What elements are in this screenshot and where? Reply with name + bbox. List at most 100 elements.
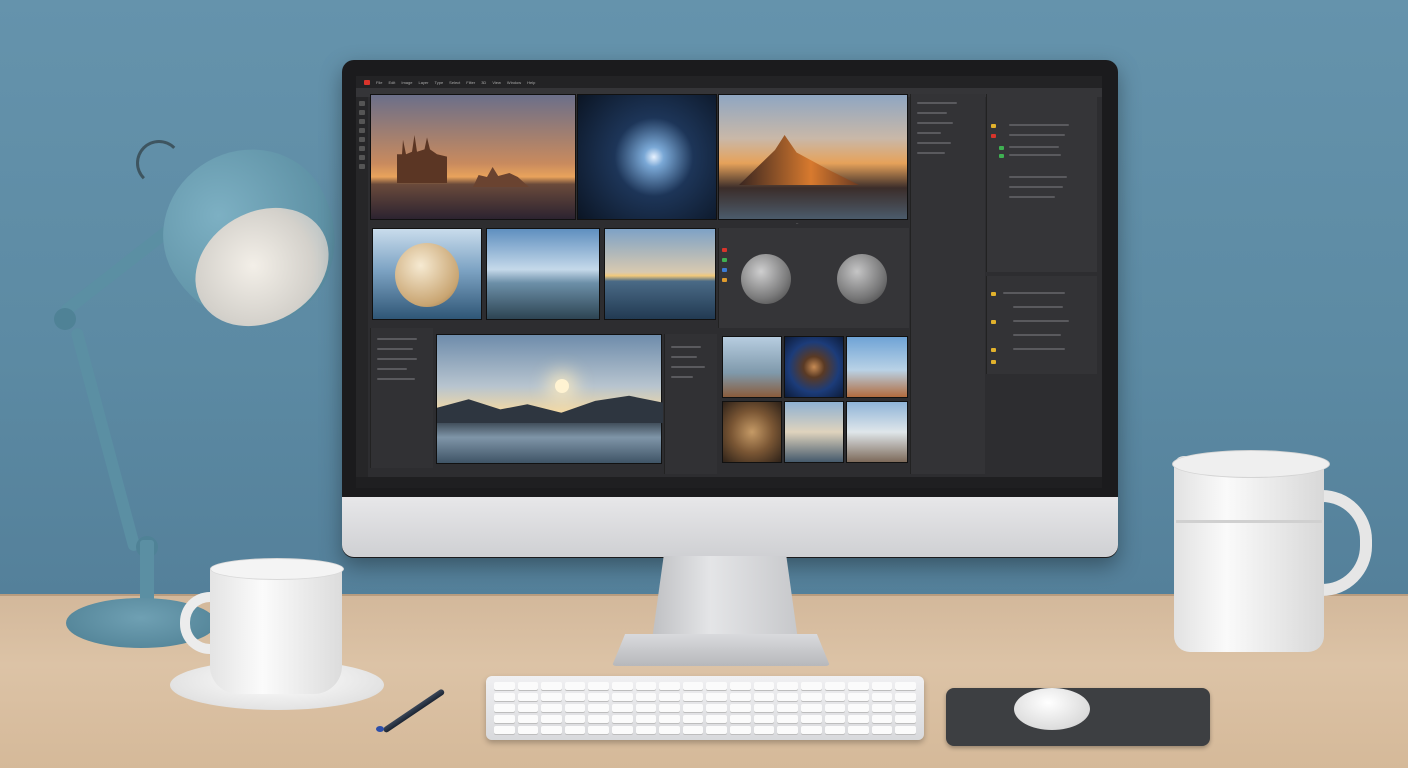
keyboard-key[interactable] (517, 704, 539, 712)
keyboard-key[interactable] (564, 715, 586, 723)
photo-starburst[interactable] (577, 94, 717, 220)
keyboard-key[interactable] (588, 693, 610, 701)
keyboard-key[interactable] (871, 726, 893, 734)
photo-castle-sunset[interactable] (370, 94, 576, 220)
keyboard-key[interactable] (588, 726, 610, 734)
keyboard-key[interactable] (517, 693, 539, 701)
keyboard-key[interactable] (612, 726, 633, 734)
keyboard-key[interactable] (541, 726, 562, 734)
keyboard-key[interactable] (824, 726, 846, 734)
keyboard-key[interactable] (800, 682, 822, 690)
property-row[interactable] (671, 376, 693, 378)
keyboard-key[interactable] (824, 704, 846, 712)
keyboard-key[interactable] (612, 682, 633, 690)
keyboard-key[interactable] (871, 682, 893, 690)
channel-row[interactable] (1013, 334, 1061, 336)
keyboard-key[interactable] (517, 715, 539, 723)
layer-row[interactable] (377, 368, 407, 370)
keyboard-key[interactable] (824, 682, 846, 690)
history-row[interactable] (917, 102, 957, 104)
keyboard-key[interactable] (777, 682, 798, 690)
keyboard-key[interactable] (895, 682, 916, 690)
keyboard-key[interactable] (541, 682, 562, 690)
layer-row[interactable] (377, 378, 415, 380)
keyboard-key[interactable] (659, 693, 680, 701)
menu-item-window[interactable]: Window (507, 80, 521, 85)
photo-grid-1[interactable] (722, 336, 782, 398)
keyboard-key[interactable] (706, 682, 728, 690)
keyboard-key[interactable] (777, 726, 798, 734)
layer-row[interactable] (1009, 176, 1067, 178)
keyboard-key[interactable] (848, 726, 869, 734)
keyboard-key[interactable] (800, 715, 822, 723)
lasso-tool-icon[interactable] (359, 119, 365, 124)
layer-row[interactable] (377, 338, 417, 340)
menu-item-3d[interactable]: 3D (481, 80, 486, 85)
keyboard-key[interactable] (777, 693, 798, 701)
keyboard-key[interactable] (541, 693, 562, 701)
keyboard-key[interactable] (871, 715, 893, 723)
keyboard-key[interactable] (494, 715, 515, 723)
channel-row[interactable] (1003, 292, 1065, 294)
menu-item-filter[interactable]: Filter (466, 80, 475, 85)
keyboard-key[interactable] (659, 682, 680, 690)
keyboard-key[interactable] (494, 726, 515, 734)
keyboard-key[interactable] (659, 715, 680, 723)
keyboard-key[interactable] (612, 693, 633, 701)
channel-row[interactable] (1013, 320, 1069, 322)
menu-item-image[interactable]: Image (401, 80, 412, 85)
keyboard-key[interactable] (682, 693, 704, 701)
layer-row[interactable] (1009, 196, 1055, 198)
crop-tool-icon[interactable] (359, 128, 365, 133)
keyboard-key[interactable] (635, 726, 657, 734)
photo-grid-5[interactable] (784, 401, 844, 463)
photo-sky-water[interactable] (486, 228, 600, 320)
keyboard-key[interactable] (706, 693, 728, 701)
keyboard-key[interactable] (730, 693, 751, 701)
keyboard-key[interactable] (682, 704, 704, 712)
photo-sphere-coin[interactable] (372, 228, 482, 320)
keyboard-key[interactable] (730, 726, 751, 734)
history-row[interactable] (917, 112, 947, 114)
layer-row[interactable] (1009, 146, 1059, 148)
menu-item-edit[interactable]: Edit (388, 80, 395, 85)
layer-row[interactable] (1009, 134, 1065, 136)
keyboard-key[interactable] (895, 704, 916, 712)
keyboard-key[interactable] (541, 704, 562, 712)
move-tool-icon[interactable] (359, 101, 365, 106)
property-row[interactable] (671, 366, 705, 368)
keyboard-key[interactable] (682, 715, 704, 723)
channel-row[interactable] (1013, 306, 1063, 308)
keyboard-key[interactable] (706, 726, 728, 734)
keyboard-key[interactable] (895, 693, 916, 701)
photo-main-seascape[interactable] (436, 334, 663, 464)
menu-item-layer[interactable]: Layer (418, 80, 428, 85)
keyboard-key[interactable] (564, 693, 586, 701)
keyboard-key[interactable] (895, 715, 916, 723)
keyboard-key[interactable] (494, 693, 515, 701)
keyboard-key[interactable] (848, 715, 869, 723)
keyboard-key[interactable] (871, 693, 893, 701)
keyboard-key[interactable] (800, 704, 822, 712)
layer-row[interactable] (1009, 124, 1069, 126)
photo-grid-4[interactable] (722, 401, 782, 463)
history-row[interactable] (917, 152, 945, 154)
keyboard[interactable] (486, 676, 924, 740)
keyboard-key[interactable] (800, 693, 822, 701)
history-row[interactable] (917, 132, 941, 134)
property-row[interactable] (671, 356, 697, 358)
keyboard-key[interactable] (730, 682, 751, 690)
keyboard-key[interactable] (659, 726, 680, 734)
keyboard-key[interactable] (612, 715, 633, 723)
keyboard-key[interactable] (753, 704, 775, 712)
keyboard-key[interactable] (753, 726, 775, 734)
keyboard-key[interactable] (730, 715, 751, 723)
keyboard-key[interactable] (612, 704, 633, 712)
eraser-tool-icon[interactable] (359, 146, 365, 151)
keyboard-key[interactable] (753, 715, 775, 723)
keyboard-key[interactable] (635, 693, 657, 701)
keyboard-key[interactable] (635, 715, 657, 723)
keyboard-key[interactable] (659, 704, 680, 712)
photo-grid-3[interactable] (846, 336, 908, 398)
brush-tool-icon[interactable] (359, 137, 365, 142)
